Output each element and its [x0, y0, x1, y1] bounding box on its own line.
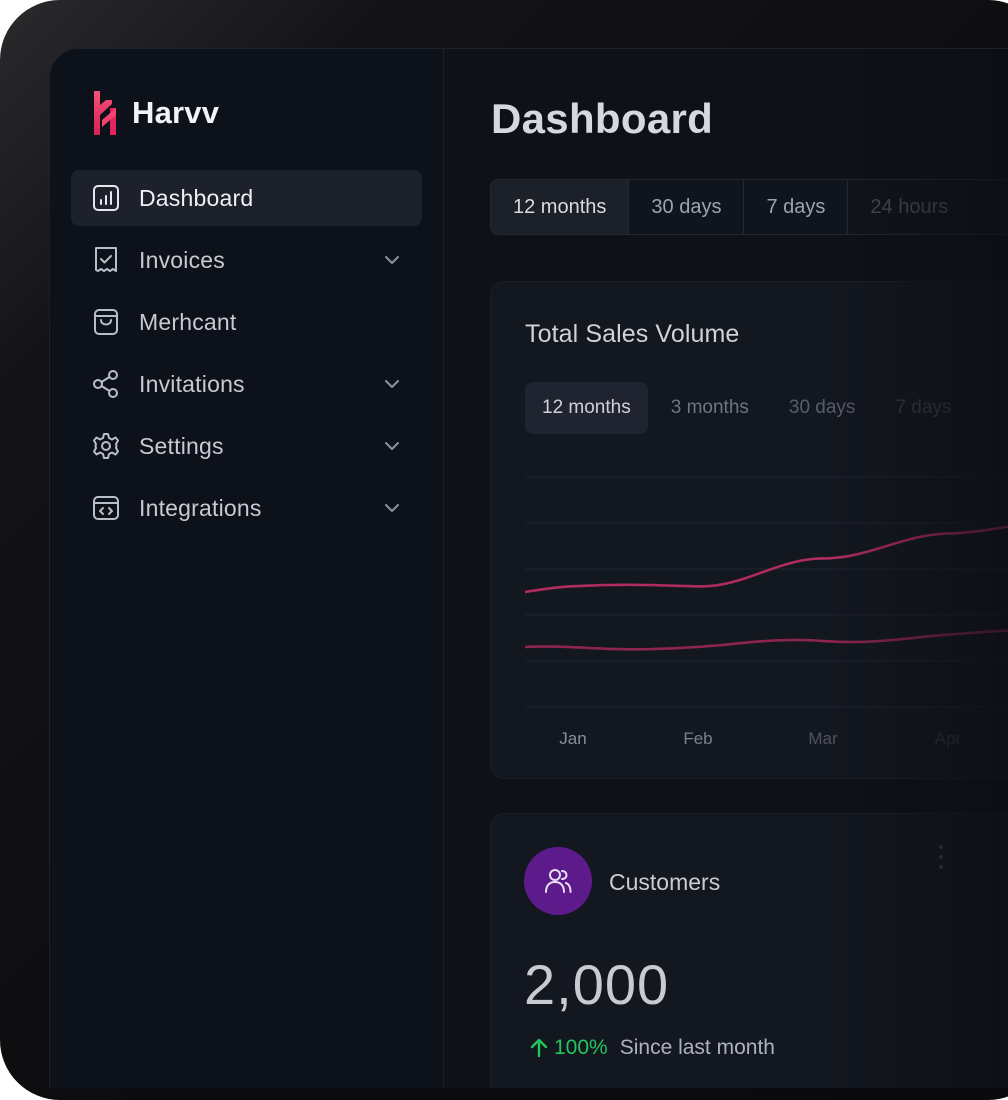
range-option-7-days[interactable]: 7 days	[744, 180, 849, 234]
chevron-down-icon[interactable]	[382, 250, 402, 270]
brand[interactable]: Harvv	[92, 91, 219, 135]
tab-7-days[interactable]: 7 days	[878, 382, 968, 434]
tab-30-days[interactable]: 30 days	[772, 382, 873, 434]
x-tick-label: Feb	[683, 729, 712, 748]
tab-12-months[interactable]: 12 months	[525, 382, 648, 434]
range-option-24-hours[interactable]: 24 hours	[848, 180, 970, 234]
shopping-bag-icon	[91, 307, 121, 337]
sidebar-item-integrations[interactable]: Integrations	[71, 480, 422, 536]
sales-card-title: Total Sales Volume	[525, 320, 740, 348]
sidebar-item-invitations[interactable]: Invitations	[71, 356, 422, 412]
receipt-icon	[91, 245, 121, 275]
customers-label: Customers	[609, 869, 721, 895]
sidebar-item-label: Merhcant	[139, 308, 237, 335]
chart-x-labels: Jan Feb Mar Apr	[559, 729, 961, 748]
x-tick-label: Mar	[808, 729, 838, 748]
sidebar-item-invoices[interactable]: Invoices	[71, 232, 422, 288]
x-tick-label: Jan	[559, 729, 586, 748]
users-icon	[545, 869, 572, 893]
chart-grid	[525, 476, 1008, 708]
bar-chart-icon	[91, 183, 121, 213]
change-label: Since last month	[619, 1036, 775, 1059]
sidebar-item-label: Invitations	[139, 370, 245, 397]
app-screen: Harvv Dashboard Invoices Merhcant Invita…	[49, 48, 1008, 1088]
range-filter: 12 months 30 days 7 days 24 hours	[490, 179, 1008, 235]
main-content: Dashboard 12 months 30 days 7 days 24 ho…	[445, 49, 1008, 1088]
more-options-icon[interactable]	[938, 844, 944, 870]
customers-change: 100% Since last month	[528, 1036, 775, 1060]
chevron-down-icon[interactable]	[382, 374, 402, 394]
sidebar-item-settings[interactable]: Settings	[71, 418, 422, 474]
page-title: Dashboard	[491, 95, 714, 142]
sidebar-item-label: Settings	[139, 432, 224, 459]
range-option-12-months[interactable]: 12 months	[491, 180, 630, 234]
sidebar-item-label: Invoices	[139, 246, 225, 273]
sidebar-item-label: Integrations	[139, 494, 262, 521]
sidebar-item-label: Dashboard	[139, 184, 254, 211]
chart-lines	[525, 525, 1008, 651]
chevron-down-icon[interactable]	[382, 436, 402, 456]
sidebar-item-dashboard[interactable]: Dashboard	[71, 170, 422, 226]
brand-name: Harvv	[132, 95, 220, 130]
gear-icon	[91, 431, 121, 461]
sales-chart: Jan Feb Mar Apr	[525, 476, 1008, 748]
tab-3-months[interactable]: 3 months	[654, 382, 766, 434]
customers-avatar	[524, 847, 592, 915]
chevron-down-icon[interactable]	[382, 498, 402, 518]
device-frame: Harvv Dashboard Invoices Merhcant Invita…	[0, 0, 1008, 1100]
sidebar-item-merchant[interactable]: Merhcant	[71, 294, 422, 350]
x-tick-label: Apr	[935, 729, 962, 748]
share-icon	[91, 369, 121, 399]
harvv-logo-icon	[94, 91, 116, 135]
series-line-1	[525, 525, 1008, 594]
code-window-icon	[91, 493, 121, 523]
sales-card: Total Sales Volume 12 months 3 months 30…	[490, 281, 1008, 779]
customers-card: Customers 2,000 100% Since last month	[490, 813, 1008, 1088]
sidebar-nav: Dashboard Invoices Merhcant Invitations …	[71, 170, 422, 542]
range-option-30-days[interactable]: 30 days	[629, 180, 745, 234]
arrow-up-icon	[530, 1038, 548, 1058]
sales-tabs: 12 months 3 months 30 days 7 days	[525, 382, 974, 434]
customers-value: 2,000	[524, 953, 670, 1016]
sidebar: Harvv Dashboard Invoices Merhcant Invita…	[50, 49, 444, 1088]
series-line-2	[525, 629, 1008, 651]
change-percent: 100%	[554, 1036, 608, 1059]
